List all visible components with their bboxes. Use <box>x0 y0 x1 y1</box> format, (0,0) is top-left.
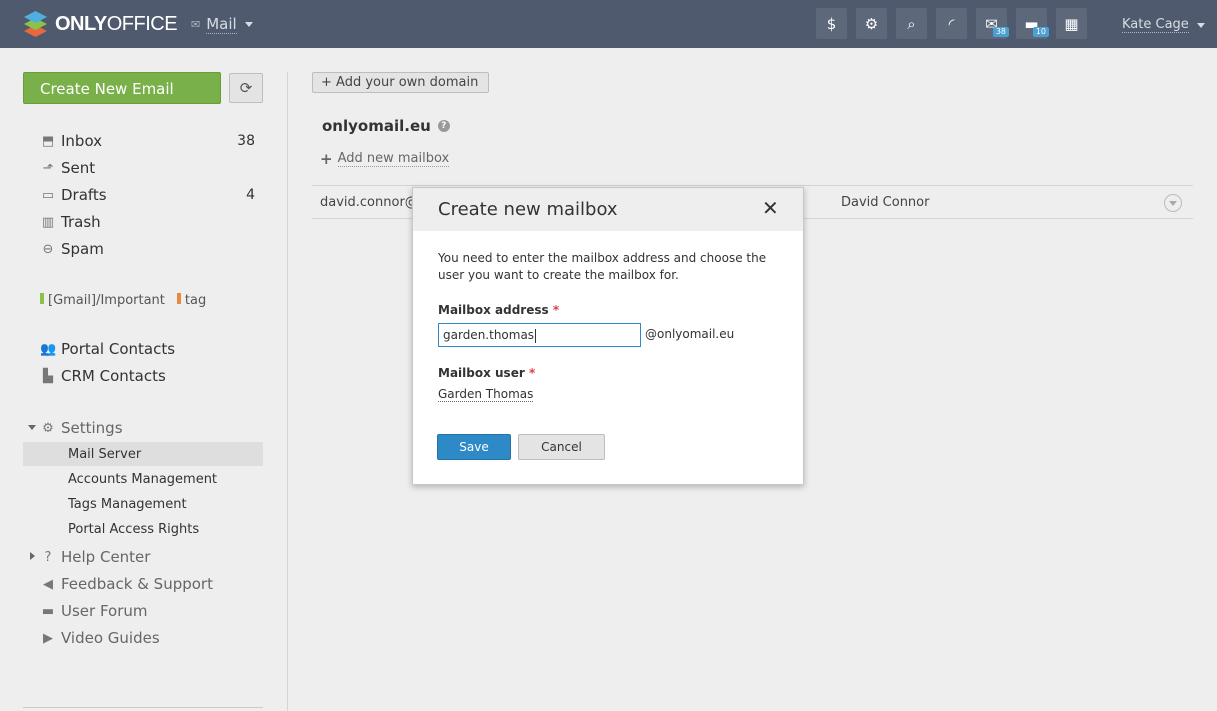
tags-list: [Gmail]/Important tag <box>40 293 206 308</box>
settings-button[interactable]: ⚙ <box>856 8 887 39</box>
folder-label: Inbox <box>61 132 103 150</box>
logo-icon <box>23 11 49 37</box>
folder-label: Spam <box>61 240 104 258</box>
calendar-button[interactable]: ▦ <box>1056 8 1087 39</box>
active-item-highlight <box>23 442 263 466</box>
sidebar-bottom-divider <box>23 707 263 708</box>
inbox-icon: ⬒ <box>41 133 55 149</box>
dollar-icon: $ <box>826 14 837 33</box>
sent-icon: ⬏ <box>42 160 54 176</box>
onlyoffice-logo[interactable]: ONLYOFFICE <box>23 11 178 37</box>
expand-arrow-icon[interactable] <box>28 425 36 430</box>
user-menu[interactable]: Kate Cage <box>1122 17 1205 33</box>
chevron-down-icon <box>244 22 253 27</box>
user-forum-link[interactable]: ▬ User Forum <box>40 601 148 621</box>
module-switcher[interactable]: ✉ Mail <box>191 15 253 34</box>
chevron-down-icon <box>1169 200 1177 206</box>
folder-label: Sent <box>61 159 96 177</box>
help-center-icon: ? <box>44 549 52 565</box>
portal-contacts-link[interactable]: 👥 Portal Contacts <box>40 339 175 359</box>
folder-drafts[interactable]: ▭ Drafts 4 <box>40 185 255 205</box>
text-cursor <box>535 328 537 343</box>
portal-contacts-icon: 👥 <box>40 341 57 357</box>
logo-text: ONLYOFFICE <box>55 12 178 35</box>
folder-count: 38 <box>237 133 255 149</box>
user-name: Kate Cage <box>1122 17 1189 33</box>
contacts-label: CRM Contacts <box>61 367 166 385</box>
module-name: Mail <box>206 15 237 34</box>
refresh-button[interactable]: ⟳ <box>229 73 263 103</box>
folder-label: Trash <box>61 213 101 231</box>
domain-title: onlyomail.eu ? <box>322 117 450 135</box>
save-button[interactable]: Save <box>437 434 511 460</box>
settings-section[interactable]: ⚙ Settings <box>40 418 123 438</box>
tag-color-icon <box>40 293 44 304</box>
create-new-email-button[interactable]: Create New Email <box>23 72 221 104</box>
search-icon: ⌕ <box>907 14 916 33</box>
folder-sent[interactable]: ⬏ Sent <box>40 158 255 178</box>
forum-icon: ▬ <box>41 603 55 619</box>
settings-gear-icon: ⚙ <box>42 420 54 436</box>
drafts-icon: ▭ <box>41 187 55 203</box>
tag-important[interactable]: [Gmail]/Important <box>40 293 165 308</box>
spam-icon: ⊖ <box>42 241 54 257</box>
mail-count-badge: 38 <box>992 27 1009 37</box>
chat-button[interactable]: ▬ 10 <box>1016 8 1049 39</box>
folder-inbox[interactable]: ⬒ Inbox 38 <box>40 131 255 151</box>
mail-button[interactable]: ✉ 38 <box>976 8 1009 39</box>
settings-label: Settings <box>61 419 123 437</box>
create-mailbox-dialog: Create new mailbox ✕ You need to enter t… <box>412 187 804 485</box>
sidebar-divider <box>287 72 288 711</box>
calendar-icon: ▦ <box>1064 14 1079 33</box>
tag-tag[interactable]: tag <box>176 293 206 308</box>
collapse-arrow-icon[interactable] <box>30 552 35 560</box>
user-label: Mailbox user * <box>438 366 536 380</box>
dialog-header: Create new mailbox ✕ <box>413 188 803 231</box>
video-icon: ▶ <box>43 630 53 646</box>
folder-trash[interactable]: ▥ Trash <box>40 212 255 232</box>
row-menu-button[interactable] <box>1164 194 1182 212</box>
address-label: Mailbox address * <box>438 303 560 317</box>
help-icon[interactable]: ? <box>437 120 450 132</box>
feedback-support-link[interactable]: ◀ Feedback & Support <box>40 574 213 594</box>
mailbox-user: David Connor <box>841 195 930 210</box>
mailbox-address-input[interactable]: garden.thomas <box>438 323 641 347</box>
settings-tags-management[interactable]: Tags Management <box>68 497 187 512</box>
plus-icon: + <box>320 150 333 168</box>
folder-count: 4 <box>246 187 255 203</box>
add-domain-button[interactable]: + Add your own domain <box>312 72 490 93</box>
settings-mail-server[interactable]: Mail Server <box>68 447 141 462</box>
search-button[interactable]: ⌕ <box>896 8 927 39</box>
settings-portal-access-rights[interactable]: Portal Access Rights <box>68 522 199 537</box>
tag-color-icon <box>176 293 181 304</box>
feed-button[interactable]: ◜ <box>936 8 967 39</box>
top-bar: ONLYOFFICE ✉ Mail $ ⚙ ⌕ ◜ ✉ 38 ▬ 10 ▦ Kate… <box>0 0 1217 48</box>
dialog-description: You need to enter the mailbox address an… <box>438 251 767 282</box>
megaphone-icon: ◀ <box>43 576 53 592</box>
add-mailbox-link[interactable]: + Add new mailbox <box>320 150 450 168</box>
contacts-label: Portal Contacts <box>61 340 176 358</box>
cancel-button[interactable]: Cancel <box>518 434 605 460</box>
close-icon[interactable]: ✕ <box>762 198 779 218</box>
trash-icon: ▥ <box>41 214 55 230</box>
dialog-title: Create new mailbox <box>438 199 618 220</box>
video-guides-link[interactable]: ▶ Video Guides <box>40 628 160 648</box>
refresh-icon: ⟳ <box>239 79 253 97</box>
crm-contacts-icon: ▙ <box>43 368 53 384</box>
chat-count-badge: 10 <box>1032 27 1049 37</box>
feed-icon: ◜ <box>948 14 955 33</box>
folder-spam[interactable]: ⊖ Spam <box>40 239 255 259</box>
chevron-down-icon <box>1196 22 1205 28</box>
settings-accounts-management[interactable]: Accounts Management <box>68 472 217 487</box>
mailbox-user-selector[interactable]: Garden Thomas <box>438 387 534 402</box>
folder-label: Drafts <box>61 186 107 204</box>
domain-suffix: @onlyomail.eu <box>645 327 735 341</box>
mail-icon: ✉ <box>191 18 201 31</box>
crm-contacts-link[interactable]: ▙ CRM Contacts <box>40 366 166 386</box>
help-center-link[interactable]: ? Help Center <box>40 547 151 567</box>
payments-button[interactable]: $ <box>816 8 847 39</box>
settings-gear-icon: ⚙ <box>864 14 879 33</box>
